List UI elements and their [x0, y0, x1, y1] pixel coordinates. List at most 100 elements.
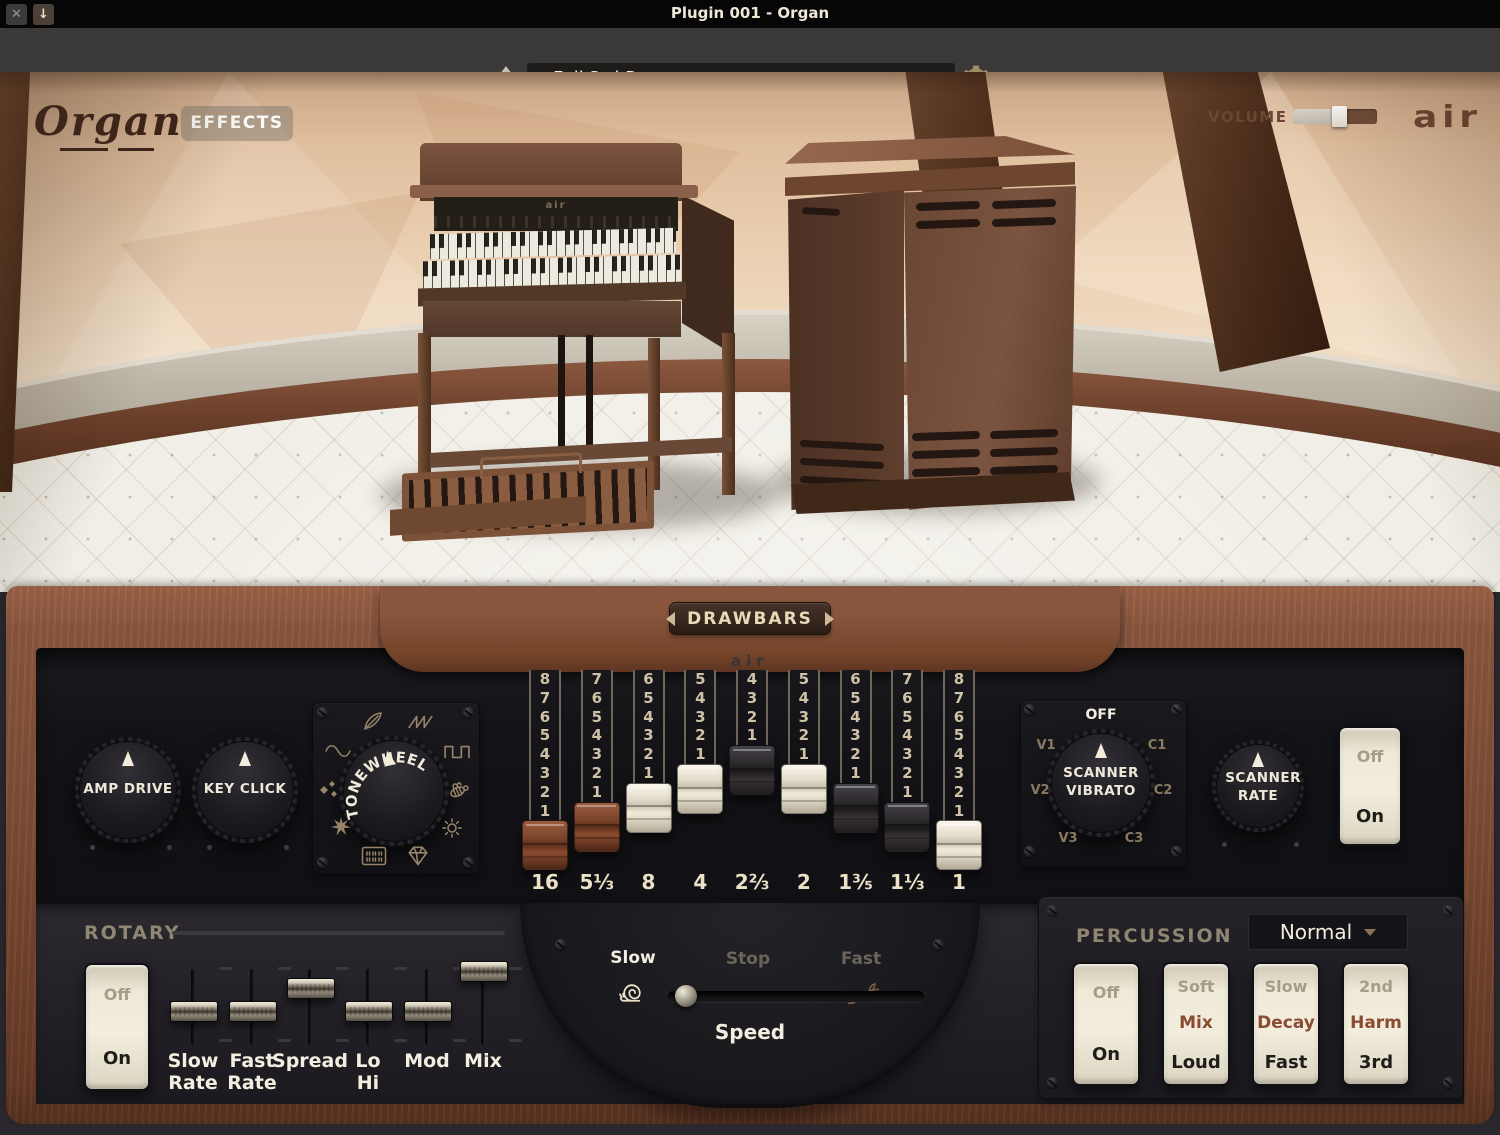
- drawbar-scale-number: 3: [686, 708, 714, 727]
- screw-icon: [1171, 846, 1182, 857]
- drawbars-page-nav[interactable]: DRAWBARS: [669, 602, 831, 635]
- drawbar-scale-number: 1: [945, 802, 973, 821]
- speed-title: Speed: [690, 1020, 810, 1044]
- tick-mark: [336, 967, 349, 970]
- vent-slot: [912, 431, 980, 441]
- knob-dot: [1294, 842, 1299, 847]
- volume-slider-handle[interactable]: [1332, 106, 1347, 127]
- drawbar-1-handle[interactable]: [522, 820, 568, 870]
- speed-slider-handle[interactable]: [675, 985, 697, 1007]
- logo-underline: [118, 148, 154, 151]
- tonewheel-label: TONEWHEEL: [344, 749, 431, 820]
- rotary-slider-2-handle[interactable]: [229, 1001, 277, 1022]
- rotary-slider-6-handle[interactable]: [460, 961, 508, 982]
- speed-mark-stop[interactable]: Stop: [703, 949, 793, 969]
- leslie-front-face: [904, 186, 1076, 510]
- rotary-slider-4-handle[interactable]: [345, 1001, 393, 1022]
- drawbar-3-handle[interactable]: [626, 783, 672, 833]
- window-title: Plugin 001 - Organ: [0, 4, 1500, 22]
- percussion-power-switch[interactable]: OffOn: [1072, 962, 1140, 1086]
- key-click-label: KEY CLICK: [197, 781, 293, 799]
- percussion-decay-switch[interactable]: SlowDecayFast: [1252, 962, 1320, 1086]
- next-page-arrow-icon[interactable]: [825, 612, 834, 626]
- snail-icon: [616, 980, 648, 1007]
- drawbar-scale-number: 1: [738, 726, 766, 745]
- percussion-harmonic-switch-top-label: 2nd: [1344, 977, 1408, 996]
- vibrato-power-switch-bot-label: On: [1340, 806, 1400, 827]
- speed-mark-slow[interactable]: Slow: [588, 948, 678, 968]
- tick-mark: [509, 967, 522, 970]
- drawbar-9-label: 1: [924, 870, 994, 894]
- volume-label: VOLUME: [1208, 108, 1287, 126]
- percussion-volume-switch[interactable]: SoftMixLoud: [1162, 962, 1230, 1086]
- amp-drive-knob[interactable]: AMP DRIVE: [75, 737, 181, 843]
- scanner-rate-knob-face: SCANNER RATE: [1216, 744, 1300, 828]
- drawbar-scale-number: 2: [583, 764, 611, 783]
- organ-control-panel: air: [434, 197, 678, 231]
- speed-mark-fast[interactable]: Fast: [816, 949, 906, 969]
- drawbar-scale-number: 6: [945, 708, 973, 727]
- drawbar-scale-number: 6: [842, 670, 870, 689]
- rotary-slider-3-handle[interactable]: [287, 978, 335, 999]
- rotary-slider-5-handle[interactable]: [404, 1001, 452, 1022]
- splat-icon: [328, 816, 354, 838]
- vibrato-position-v1[interactable]: V1: [1016, 738, 1076, 753]
- drawbar-scale-number: 5: [635, 689, 663, 708]
- percussion-volume-switch-mid-label: Mix: [1164, 1013, 1228, 1033]
- percussion-decay-switch-mid-label: Decay: [1254, 1013, 1318, 1033]
- screw-icon: [1171, 704, 1182, 715]
- tonewheel-knob[interactable]: TONEWHEEL: [339, 736, 449, 846]
- vibrato-power-switch[interactable]: OffOn: [1338, 726, 1402, 846]
- tick-mark: [219, 1039, 232, 1042]
- vibrato-position-c1[interactable]: C1: [1127, 738, 1187, 753]
- percussion-harmonic-switch[interactable]: 2ndHarm3rd: [1342, 962, 1410, 1086]
- vibrato-position-off[interactable]: OFF: [1071, 707, 1131, 723]
- prev-page-arrow-icon[interactable]: [666, 612, 675, 626]
- drawbars-page-label: DRAWBARS: [687, 609, 813, 629]
- leslie-side-face: [788, 190, 904, 510]
- vent-slot: [990, 447, 1058, 457]
- rotary-power-switch[interactable]: OffOn: [84, 963, 150, 1091]
- drawbar-scale-number: 4: [531, 745, 559, 764]
- drawbar-9-handle[interactable]: [936, 820, 982, 870]
- speed-slider[interactable]: [668, 991, 924, 1002]
- organ-nameplate: air: [434, 200, 678, 211]
- drawbar-scale-number: 5: [842, 689, 870, 708]
- drawbar-scale-number: 4: [842, 708, 870, 727]
- drawbar-7-shaft: 654321: [840, 670, 872, 783]
- feather-icon: [360, 710, 386, 732]
- percussion-mode-select[interactable]: Normal: [1248, 914, 1408, 950]
- screw-icon: [555, 939, 566, 950]
- tick-mark: [394, 967, 407, 970]
- dropdown-caret-icon: [1364, 929, 1376, 936]
- rotary-slider-1-handle[interactable]: [170, 1001, 218, 1022]
- vibrato-position-v3[interactable]: V3: [1038, 831, 1098, 846]
- drawbar-5-handle[interactable]: [729, 745, 775, 795]
- drawbar-scale-number: 5: [790, 670, 818, 689]
- vibrato-position-c2[interactable]: C2: [1133, 783, 1193, 798]
- bottom-chrome-strip: [0, 1124, 1500, 1135]
- rotary-divider: [172, 931, 505, 935]
- drawbar-scale-number: 5: [583, 708, 611, 727]
- screw-icon: [463, 857, 474, 868]
- drawbar-scale-number: 2: [686, 726, 714, 745]
- vibrato-position-c3[interactable]: C3: [1104, 831, 1164, 846]
- screw-icon: [317, 707, 328, 718]
- drawbar-scale-number: 1: [790, 745, 818, 764]
- drawbar-scale-number: 4: [635, 708, 663, 727]
- drawbar-4-handle[interactable]: [677, 764, 723, 814]
- vibrato-position-v2[interactable]: V2: [1010, 783, 1070, 798]
- drawbar-6-handle[interactable]: [781, 764, 827, 814]
- key-click-knob[interactable]: KEY CLICK: [192, 737, 298, 843]
- drawbar-scale-number: 2: [842, 745, 870, 764]
- drawbar-2-handle[interactable]: [574, 802, 620, 852]
- drawbar-8-handle[interactable]: [884, 802, 930, 852]
- drawbar-scale-number: 1: [686, 745, 714, 764]
- effects-button[interactable]: EFFECTS: [181, 106, 293, 141]
- drawbar-scale-number: 4: [583, 726, 611, 745]
- drawbar-7-handle[interactable]: [833, 783, 879, 833]
- drawbar-scale-number: 4: [738, 670, 766, 689]
- organ-rod: [586, 335, 593, 459]
- tick-mark: [336, 1039, 349, 1042]
- scanner-rate-knob[interactable]: SCANNER RATE: [1212, 740, 1304, 832]
